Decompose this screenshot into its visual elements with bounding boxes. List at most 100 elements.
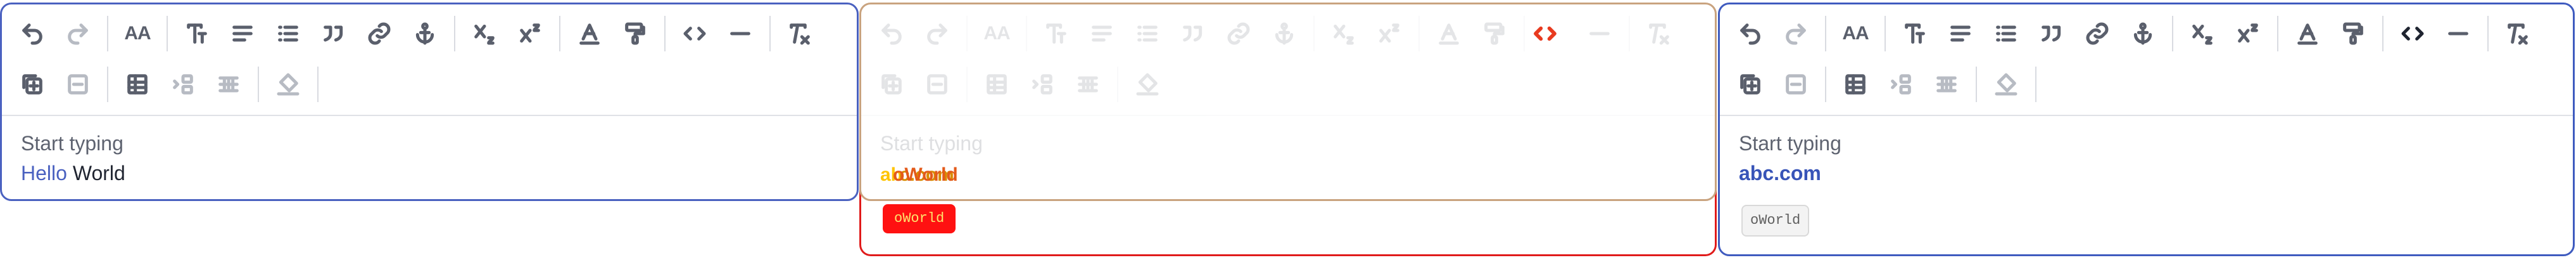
fill-color-button[interactable] [269,65,307,103]
editor-2[interactable]: AA Start typing ab c.com oWorld [859,3,1717,201]
table-button[interactable] [1836,65,1874,103]
link-button[interactable] [2078,15,2116,53]
remove-block-button[interactable] [1777,65,1815,103]
table-button[interactable] [118,65,156,103]
undo-button[interactable] [1731,15,1769,53]
indent-button[interactable] [164,65,202,103]
grid-button[interactable] [210,65,248,103]
grid-button[interactable] [1069,65,1107,103]
error-badge: oWorld [883,204,956,233]
toolbar-separator [1026,16,1027,51]
toolbar-separator [107,67,108,102]
toolbar-separator [2277,16,2278,51]
list-button[interactable] [269,15,307,53]
clear-format-icon [790,23,810,45]
undo-button[interactable] [13,15,51,53]
editor-2-content[interactable]: Start typing [880,129,1696,158]
clear-format-button[interactable] [781,15,819,53]
horizontal-rule-button[interactable] [1581,15,1619,53]
undo-button[interactable] [873,15,911,53]
quote-button[interactable] [2033,15,2071,53]
editor-3[interactable]: AA Start typing abc.com oWorld [1718,3,2575,256]
text-color-button[interactable] [2289,15,2327,53]
editor-1[interactable]: AA Start typing Hello World [0,3,859,201]
table-button[interactable] [978,65,1016,103]
horizontal-rule-button[interactable] [721,15,759,53]
redo-button[interactable] [1777,15,1815,53]
text-color-button[interactable] [1430,15,1468,53]
list-button[interactable] [1128,15,1166,53]
quote-button[interactable] [315,15,353,53]
link-button[interactable] [360,15,398,53]
format-painter-button[interactable] [1475,15,1513,53]
code-button[interactable] [676,15,714,53]
redo-button[interactable] [59,15,97,53]
format-painter-icon [625,22,645,45]
anchor-icon [415,22,434,45]
toolbar-separator [258,67,259,102]
editor-line[interactable]: Hello World [21,158,838,188]
add-block-icon [1740,74,1760,94]
indent-icon [173,74,193,94]
align-button[interactable] [1083,15,1121,53]
remove-block-button[interactable] [59,65,97,103]
editor-line[interactable]: abc.com [1739,158,2554,188]
link-text[interactable]: abc.com [1739,162,1821,185]
placeholder-text: Start typing [21,132,123,155]
text-style-button[interactable] [1037,15,1075,53]
text-color-button[interactable] [571,15,609,53]
anchor-button[interactable] [406,15,444,53]
list-icon [278,25,298,42]
toolbar-separator [1976,67,1977,102]
toolbar-separator [2487,16,2489,51]
hello-word: Hello [21,162,67,185]
clear-format-button[interactable] [1640,15,1678,53]
text-style-button[interactable] [1896,15,1934,53]
toolbar-separator [559,16,560,51]
add-block-button[interactable] [1731,65,1769,103]
anchor-button[interactable] [2124,15,2162,53]
superscript-button[interactable] [511,15,549,53]
format-painter-button[interactable] [616,15,654,53]
align-button[interactable] [224,15,262,53]
horizontal-rule-button[interactable] [2439,15,2477,53]
format-painter-button[interactable] [2334,15,2372,53]
clear-format-button[interactable] [2499,15,2537,53]
add-block-button[interactable] [13,65,51,103]
superscript-button[interactable] [1370,15,1408,53]
editor-3-toolbar: AA [1720,4,2573,116]
indent-button[interactable] [1882,65,1920,103]
indent-button[interactable] [1023,65,1061,103]
code-chip: oWorld [1741,205,1810,237]
add-block-icon [22,74,42,94]
undo-icon [881,23,902,45]
subscript-button[interactable] [2183,15,2221,53]
toolbar-separator [107,16,108,51]
grid-button[interactable] [1928,65,1966,103]
link-button[interactable] [1220,15,1258,53]
editor-1-content[interactable]: Start typing Hello World [21,129,838,188]
add-block-button[interactable] [873,65,911,103]
remove-block-button[interactable] [918,65,956,103]
quote-button[interactable] [1174,15,1212,53]
fill-color-button[interactable] [1987,65,2025,103]
subscript-button[interactable] [1325,15,1363,53]
text-style-button[interactable] [178,15,216,53]
active-code-button[interactable] [1526,21,1564,46]
text-size-button[interactable]: AA [1836,15,1874,53]
align-button[interactable] [1941,15,1979,53]
code-button[interactable] [2394,15,2432,53]
superscript-button[interactable] [2229,15,2267,53]
stage: AA Start typing Hello World oWorld AA St… [0,0,2576,260]
text-size-button[interactable]: AA [118,15,156,53]
anchor-icon [1275,22,1294,45]
text-size-button[interactable]: AA [978,15,1016,53]
fill-color-button[interactable] [1128,65,1166,103]
redo-button[interactable] [918,15,956,53]
subscript-button[interactable] [465,15,503,53]
world-word: World [66,162,125,185]
redo-icon [1786,23,1806,45]
anchor-button[interactable] [1265,15,1303,53]
list-button[interactable] [1987,15,2025,53]
editor-3-content[interactable]: Start typing abc.com [1739,129,2554,188]
